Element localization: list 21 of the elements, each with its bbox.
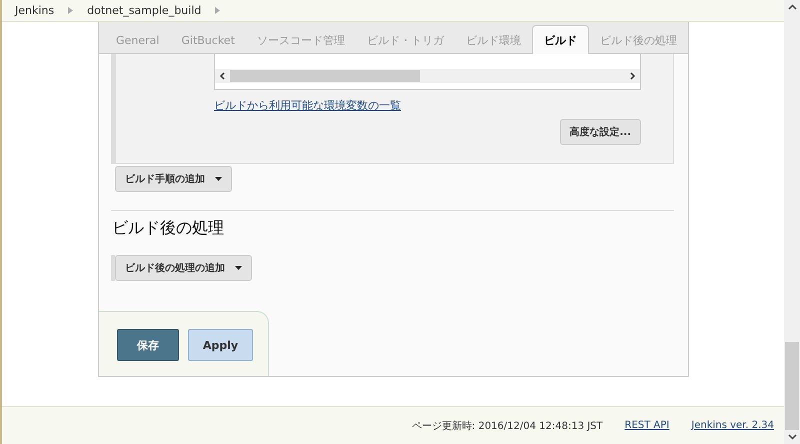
save-button[interactable]: 保存 xyxy=(117,329,179,361)
footer-link[interactable]: REST API xyxy=(624,420,670,431)
vertical-scrollbar[interactable] xyxy=(784,0,800,444)
apply-button[interactable]: Apply xyxy=(188,329,253,361)
chevron-icon xyxy=(68,7,74,14)
caret-icon xyxy=(235,266,242,270)
chevron-icon xyxy=(215,7,220,14)
tab[interactable]: ビルド xyxy=(532,25,589,54)
add-post-build-button[interactable]: ビルド後の処理の追加 xyxy=(115,255,252,281)
footer-link[interactable]: Jenkins ver. 2.34 xyxy=(691,420,774,431)
page-updated-text: ページ更新時: 2016/12/04 12:48:13 JST xyxy=(412,420,603,432)
add-build-step-button[interactable]: ビルド手順の追加 xyxy=(115,166,232,192)
breadcrumb-link[interactable]: Jenkins xyxy=(15,4,54,17)
horizontal-scrollbar[interactable] xyxy=(215,69,640,83)
scrollbar-thumb[interactable] xyxy=(785,342,799,430)
breadcrumb-link[interactable]: dotnet_sample_build xyxy=(87,4,202,17)
scrollbar-thumb[interactable] xyxy=(230,70,420,82)
env-vars-link[interactable]: ビルドから利用可能な環境変数の一覧 xyxy=(214,98,401,113)
section-heading: ビルド後の処理 xyxy=(112,218,225,239)
advanced-button[interactable]: 高度な設定... xyxy=(560,119,641,145)
caret-icon xyxy=(215,177,222,181)
